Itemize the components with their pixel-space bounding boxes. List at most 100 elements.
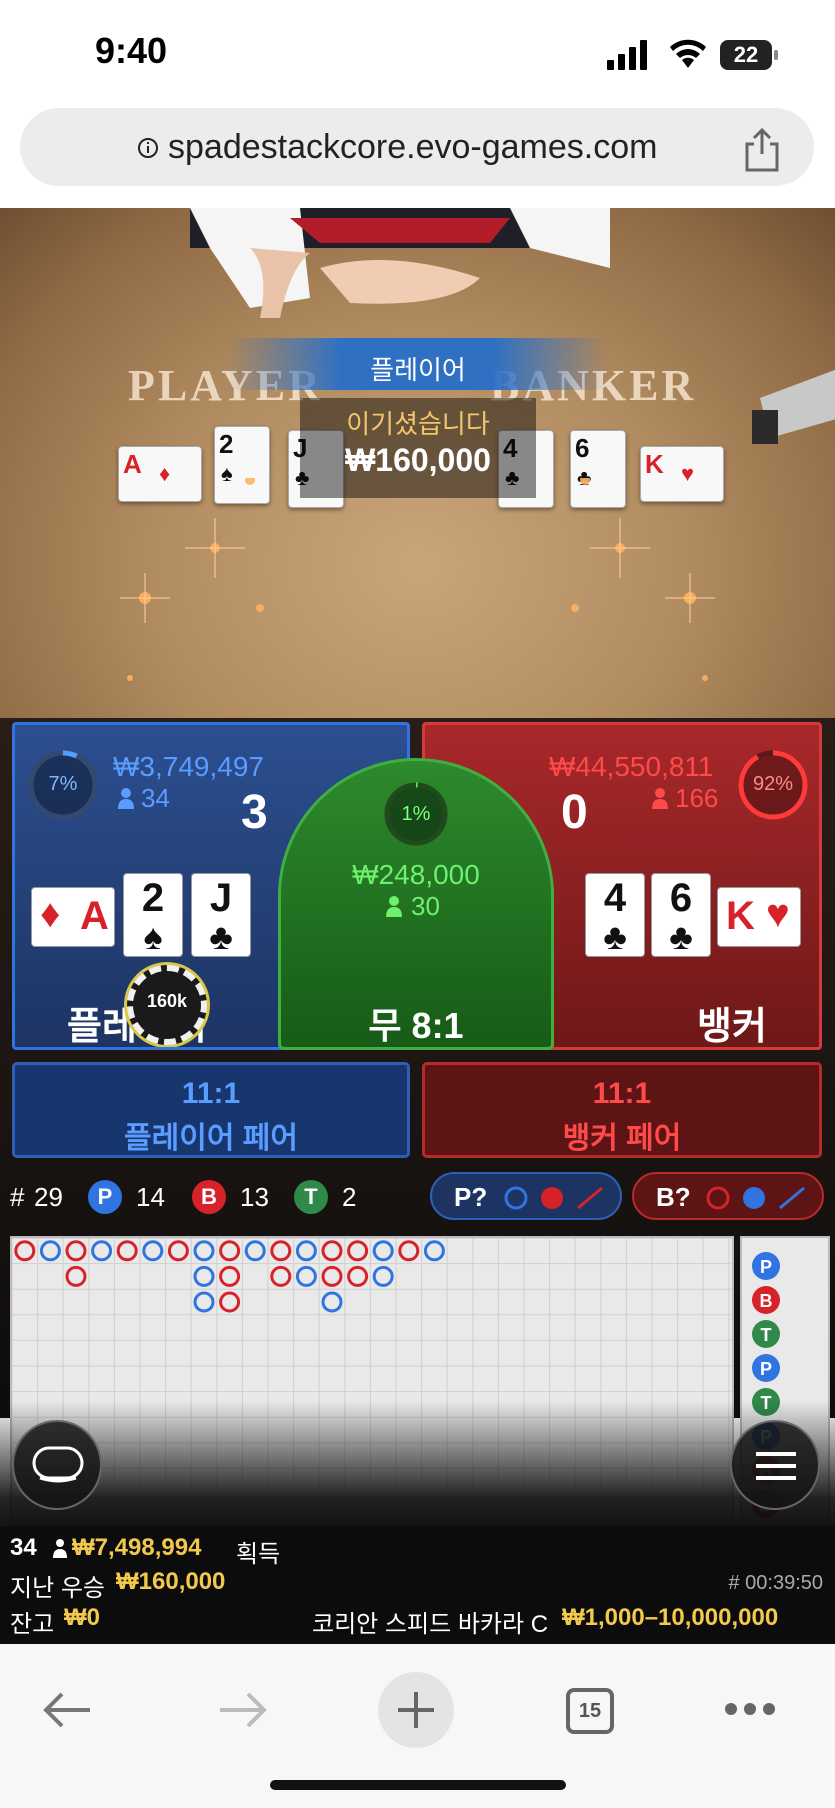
banker-card: 6 ♣ (651, 873, 711, 957)
cellular-signal-icon (607, 40, 647, 70)
tabs-count: 15 (578, 1700, 602, 1722)
banker-score: 0 (561, 786, 588, 839)
big-road-mark (372, 1265, 394, 1287)
back-arrow-icon[interactable] (40, 1690, 94, 1730)
live-video: PLAYER BANKER A♦ 2♠ J♣ 4♣ 6♣ K♥ 플레이어 이기셨… (0, 208, 835, 718)
banker-total-bet: ₩44,550,811 (549, 751, 714, 782)
banker-bettors: 166 (675, 783, 719, 813)
banker-pair-label: 뱅커 페어 (562, 1122, 682, 1155)
battery-level: 22 (733, 42, 759, 67)
player-pair-odds: 11:1 (181, 1077, 241, 1110)
bead-road-label: P (760, 1257, 772, 1277)
big-road-mark (321, 1265, 343, 1287)
rounds-count: 29 (34, 1182, 63, 1212)
player-predict-button[interactable]: P? (430, 1172, 622, 1220)
banker-pair-bet-spot[interactable]: 11:1 뱅커 페어 (422, 1062, 822, 1158)
win-title: 이기셨습니다 (346, 409, 490, 439)
banker-predict-button[interactable]: B? (632, 1172, 824, 1220)
bead-road-label: B (760, 1291, 773, 1311)
player-total-bet: ₩3,749,497 (113, 751, 264, 782)
big-road-mark (167, 1240, 189, 1262)
tie-bettors: 30 (411, 891, 440, 921)
big-road-mark (65, 1265, 87, 1287)
new-tab-button[interactable] (378, 1672, 454, 1748)
chat-button[interactable] (12, 1420, 102, 1510)
player-card: 2 ♠ (123, 873, 183, 957)
forward-arrow-icon[interactable] (216, 1690, 270, 1730)
person-icon (53, 1539, 67, 1558)
win-message: 이기셨습니다 ₩160,000 (300, 398, 536, 498)
table-name: 코리안 스피드 바카라 C (312, 1611, 549, 1638)
big-road-mark (423, 1240, 445, 1262)
tie-count: 2 (342, 1182, 357, 1212)
banker-card: K ♥ (717, 887, 801, 947)
banker-predict-label: B? (656, 1182, 691, 1212)
url-text[interactable]: spadestackcore.evo-games.com (168, 128, 657, 167)
plus-icon (398, 1692, 434, 1728)
game-round-id: # 00:39:50 (728, 1572, 823, 1594)
big-road-mark (219, 1265, 241, 1287)
last-win-label: 지난 우승 (10, 1575, 105, 1602)
winner-side-text: 플레이어 (370, 355, 466, 385)
table-limits: ₩1,000–10,000,000 (562, 1604, 779, 1631)
battery-icon: 22 (720, 40, 778, 70)
dealer-hands-image (190, 208, 610, 318)
bead-road-label: P (760, 1359, 772, 1379)
big-road-mark (142, 1240, 164, 1262)
banker-pair-odds: 11:1 (592, 1077, 652, 1110)
card-shoe-image (752, 369, 835, 444)
player-pair-bet-spot[interactable]: 11:1 플레이어 페어 (12, 1062, 410, 1158)
big-road-mark (270, 1265, 292, 1287)
tie-label: 무 8:1 (368, 1005, 464, 1046)
banker-label: 뱅커 (697, 1006, 767, 1048)
big-road-mark (65, 1240, 87, 1262)
winner-banner: 플레이어 (228, 338, 608, 390)
player-score: 3 (241, 786, 268, 839)
player-badge-icon: P (88, 1180, 122, 1214)
player-bettors: 34 (141, 783, 170, 813)
big-road-mark (295, 1240, 317, 1262)
person-icon (386, 896, 402, 917)
banker-wins-count: 13 (240, 1182, 269, 1212)
win-amount: ₩160,000 (345, 442, 491, 478)
person-icon (652, 788, 668, 809)
player-card: J ♣ (191, 873, 251, 957)
player-card: ♦ A (31, 887, 115, 947)
status-bar: 9:40 22 (0, 0, 835, 100)
menu-button[interactable] (730, 1420, 820, 1510)
big-road-mark (244, 1240, 266, 1262)
big-road-mark (270, 1240, 292, 1262)
big-road-mark (193, 1265, 215, 1287)
prediction-icons (706, 1186, 805, 1210)
chat-icon (32, 1446, 84, 1483)
player-predict-label: P? (454, 1182, 488, 1212)
last-win-amount: ₩160,000 (116, 1568, 226, 1595)
big-road-mark (39, 1240, 61, 1262)
bet-chip-value: 160k (146, 991, 188, 1011)
banker-percent: 92% (752, 773, 794, 795)
balance-label: 잔고 (10, 1611, 55, 1638)
site-info-icon[interactable] (137, 137, 159, 159)
wifi-icon (670, 39, 706, 68)
menu-icon (756, 1452, 796, 1480)
share-icon[interactable] (742, 128, 782, 172)
online-bettors: 34 (10, 1534, 37, 1561)
balance-amount: ₩0 (64, 1604, 100, 1631)
big-road-mark (14, 1240, 36, 1262)
big-road-mark (398, 1240, 420, 1262)
bet-chip[interactable]: 160k (127, 965, 207, 1045)
big-road-mark (347, 1240, 369, 1262)
win-sparkle-effect (120, 478, 715, 681)
tabs-button[interactable]: 15 (566, 1688, 614, 1734)
banker-card: 4 ♣ (585, 873, 645, 957)
shoe-statistics: # 29 P 14 B 13 T 2 P? B? (0, 1172, 835, 1222)
big-road-mark (295, 1265, 317, 1287)
player-wins-count: 14 (136, 1182, 165, 1212)
home-indicator (270, 1780, 566, 1790)
total-won-label: 획득 (236, 1541, 281, 1568)
more-options-icon[interactable] (724, 1702, 776, 1716)
big-road-mark (219, 1291, 241, 1313)
big-road-mark (372, 1240, 394, 1262)
tie-bet-spot[interactable]: 1% ₩248,000 30 무 8:1 (278, 758, 554, 1050)
game-info-footer: 34 ₩7,498,994 획득 지난 우승 ₩160,000 # 00:39:… (0, 1526, 835, 1644)
